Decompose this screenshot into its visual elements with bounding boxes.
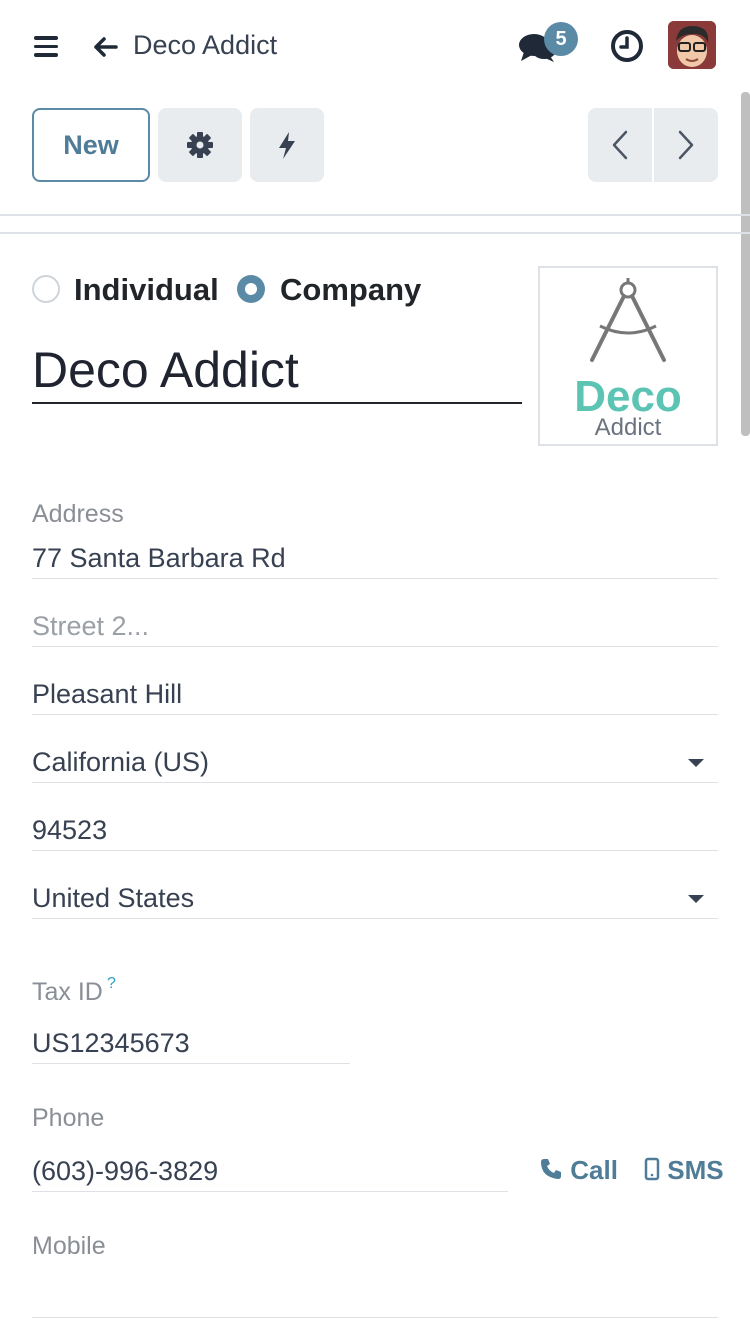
actions-button[interactable] [250, 108, 324, 182]
state-value: California (US) [32, 747, 210, 777]
radio-individual[interactable] [32, 275, 60, 303]
phone-icon [541, 1159, 561, 1179]
street2-field[interactable]: Street 2... [32, 605, 718, 647]
radio-label-individual[interactable]: Individual [74, 272, 219, 308]
new-button[interactable]: New [32, 108, 150, 182]
breadcrumb-title: Deco Addict [133, 30, 278, 60]
sms-button[interactable]: SMS [644, 1155, 724, 1186]
chevron-right-icon [678, 130, 694, 160]
street-field[interactable]: 77 Santa Barbara Rd [32, 537, 718, 579]
logo-text-bottom: Addict [594, 414, 662, 441]
settings-button[interactable] [158, 108, 242, 182]
city-field[interactable]: Pleasant Hill [32, 673, 718, 715]
radio-company[interactable] [237, 275, 265, 303]
messages-button[interactable]: 5 [518, 22, 582, 66]
country-value: United States [32, 883, 195, 913]
phone-label: Phone [32, 1104, 105, 1132]
call-button[interactable]: Call [539, 1155, 618, 1186]
mobile-label: Mobile [32, 1232, 106, 1260]
previous-record-button[interactable] [588, 108, 652, 182]
partner-logo-image[interactable]: Deco Addict [538, 266, 718, 446]
clock-icon[interactable] [610, 29, 644, 63]
menu-icon[interactable] [34, 36, 58, 57]
address-label: Address [32, 500, 124, 528]
tax-id-label: Tax ID [32, 978, 103, 1006]
compass-logo-icon [590, 278, 666, 362]
state-select[interactable]: California (US) [32, 741, 718, 783]
chevron-left-icon [612, 130, 628, 160]
back-arrow-icon[interactable] [90, 32, 120, 62]
zip-field[interactable]: 94523 [32, 809, 718, 851]
record-pager [588, 108, 718, 182]
avatar-face-icon [668, 21, 716, 69]
caret-down-icon [688, 759, 704, 767]
next-record-button[interactable] [654, 108, 718, 182]
lightning-icon [279, 132, 295, 159]
sms-label: SMS [667, 1155, 724, 1185]
mobile-field[interactable] [32, 1276, 718, 1318]
tax-id-field[interactable]: US12345673 [32, 1022, 350, 1064]
partner-name-field[interactable]: Deco Addict [32, 338, 522, 404]
phone-field[interactable]: (603)-996-3829 [32, 1150, 508, 1192]
user-avatar[interactable] [668, 21, 716, 69]
call-label: Call [570, 1155, 618, 1185]
top-navbar: Deco Addict 5 [0, 0, 750, 92]
radio-label-company[interactable]: Company [280, 272, 421, 308]
messages-count-badge: 5 [544, 22, 578, 56]
mobile-phone-icon [644, 1157, 660, 1181]
gear-icon [187, 132, 213, 158]
caret-down-icon [688, 895, 704, 903]
divider-line [0, 214, 750, 216]
tax-id-help-icon[interactable]: ? [107, 975, 116, 993]
divider-line [0, 232, 750, 234]
scrollbar[interactable] [741, 92, 750, 436]
country-select[interactable]: United States [32, 877, 718, 919]
